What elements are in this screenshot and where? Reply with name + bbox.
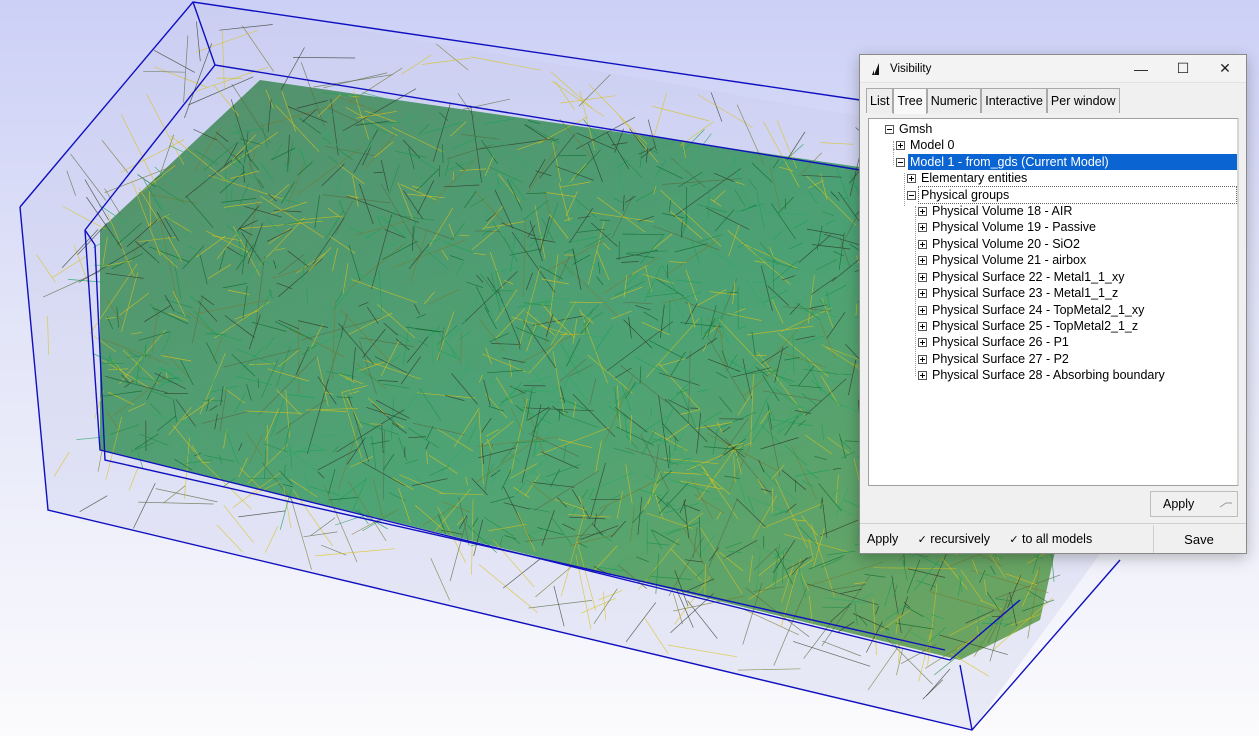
tree-node-physical-group[interactable]: Physical Surface 22 - Metal1_1_xy [918, 269, 1126, 285]
tab-interactive[interactable]: Interactive [981, 88, 1047, 113]
collapse-icon[interactable] [907, 190, 916, 200]
expand-icon[interactable] [918, 354, 927, 364]
minimize-button[interactable]: — [1120, 55, 1162, 82]
collapse-icon[interactable] [896, 157, 905, 167]
tab-per-window[interactable]: Per window [1046, 88, 1120, 113]
tree-panel[interactable]: Gmsh Model 0 Model 1 - from_gds (Current… [868, 118, 1239, 486]
tab-bar: List Tree Numeric Interactive Per window [866, 88, 1120, 114]
expand-icon[interactable] [918, 288, 927, 298]
collapse-icon[interactable] [885, 124, 894, 134]
expand-icon[interactable] [918, 305, 927, 315]
visibility-window: Visibility — ☐ ✕ List Tree Numeric Inter… [859, 54, 1247, 554]
recursively-checkbox[interactable]: ✓ recursively [916, 532, 990, 546]
apply-button[interactable]: Apply [1150, 491, 1238, 517]
tree-node-physical-group[interactable]: Physical Surface 28 - Absorbing boundary [918, 367, 1167, 383]
tree-node-physical-groups[interactable]: Physical groups [907, 186, 1237, 204]
tree-node-model-0[interactable]: Model 0 [896, 137, 956, 153]
expand-icon[interactable] [907, 173, 916, 183]
tree-node-physical-group[interactable]: Physical Surface 26 - P1 [918, 334, 1071, 350]
window-title: Visibility [890, 62, 932, 75]
tree-node-model-1[interactable]: Model 1 - from_gds (Current Model) [896, 154, 1237, 170]
expand-icon[interactable] [918, 255, 927, 265]
check-icon: ✓ [917, 533, 927, 546]
expand-icon[interactable] [918, 337, 927, 347]
tree-node-physical-group[interactable]: Physical Volume 20 - SiO2 [918, 236, 1082, 252]
tree-node-physical-group[interactable]: Physical Surface 27 - P2 [918, 351, 1071, 367]
tree-node-gmsh[interactable]: Gmsh [885, 121, 934, 137]
tree-node-physical-group[interactable]: Physical Surface 24 - TopMetal2_1_xy [918, 302, 1146, 318]
tree-node-physical-group[interactable]: Physical Volume 19 - Passive [918, 219, 1098, 235]
to-all-models-checkbox[interactable]: ✓ to all models [1008, 532, 1092, 546]
expand-icon[interactable] [918, 222, 927, 232]
expand-icon[interactable] [918, 321, 927, 331]
maximize-button[interactable]: ☐ [1162, 55, 1204, 82]
expand-icon[interactable] [896, 140, 905, 150]
title-bar[interactable]: Visibility — ☐ ✕ [860, 55, 1246, 83]
tree-node-elementary-entities[interactable]: Elementary entities [907, 170, 1029, 186]
check-icon: ✓ [1009, 533, 1019, 546]
expand-icon[interactable] [918, 206, 927, 216]
gmsh-app-icon [872, 62, 879, 75]
tree-node-physical-group[interactable]: Physical Surface 23 - Metal1_1_z [918, 285, 1120, 301]
tree-node-physical-group[interactable]: Physical Volume 21 - airbox [918, 252, 1088, 268]
tree-node-physical-group[interactable]: Physical Volume 18 - AIR [918, 203, 1074, 219]
expand-icon[interactable] [918, 272, 927, 282]
expand-icon[interactable] [918, 370, 927, 380]
tab-tree[interactable]: Tree [893, 88, 927, 114]
expand-icon[interactable] [918, 239, 927, 249]
bottom-options-bar: Apply ✓ recursively ✓ to all models Save [860, 523, 1246, 554]
close-button[interactable]: ✕ [1204, 55, 1246, 82]
apply-options-label: Apply [867, 532, 899, 546]
tab-list[interactable]: List [866, 88, 894, 113]
tree-node-physical-group[interactable]: Physical Surface 25 - TopMetal2_1_z [918, 318, 1140, 334]
return-arrow-icon [1219, 502, 1232, 508]
save-button[interactable]: Save [1153, 525, 1244, 553]
tab-numeric[interactable]: Numeric [926, 88, 982, 113]
